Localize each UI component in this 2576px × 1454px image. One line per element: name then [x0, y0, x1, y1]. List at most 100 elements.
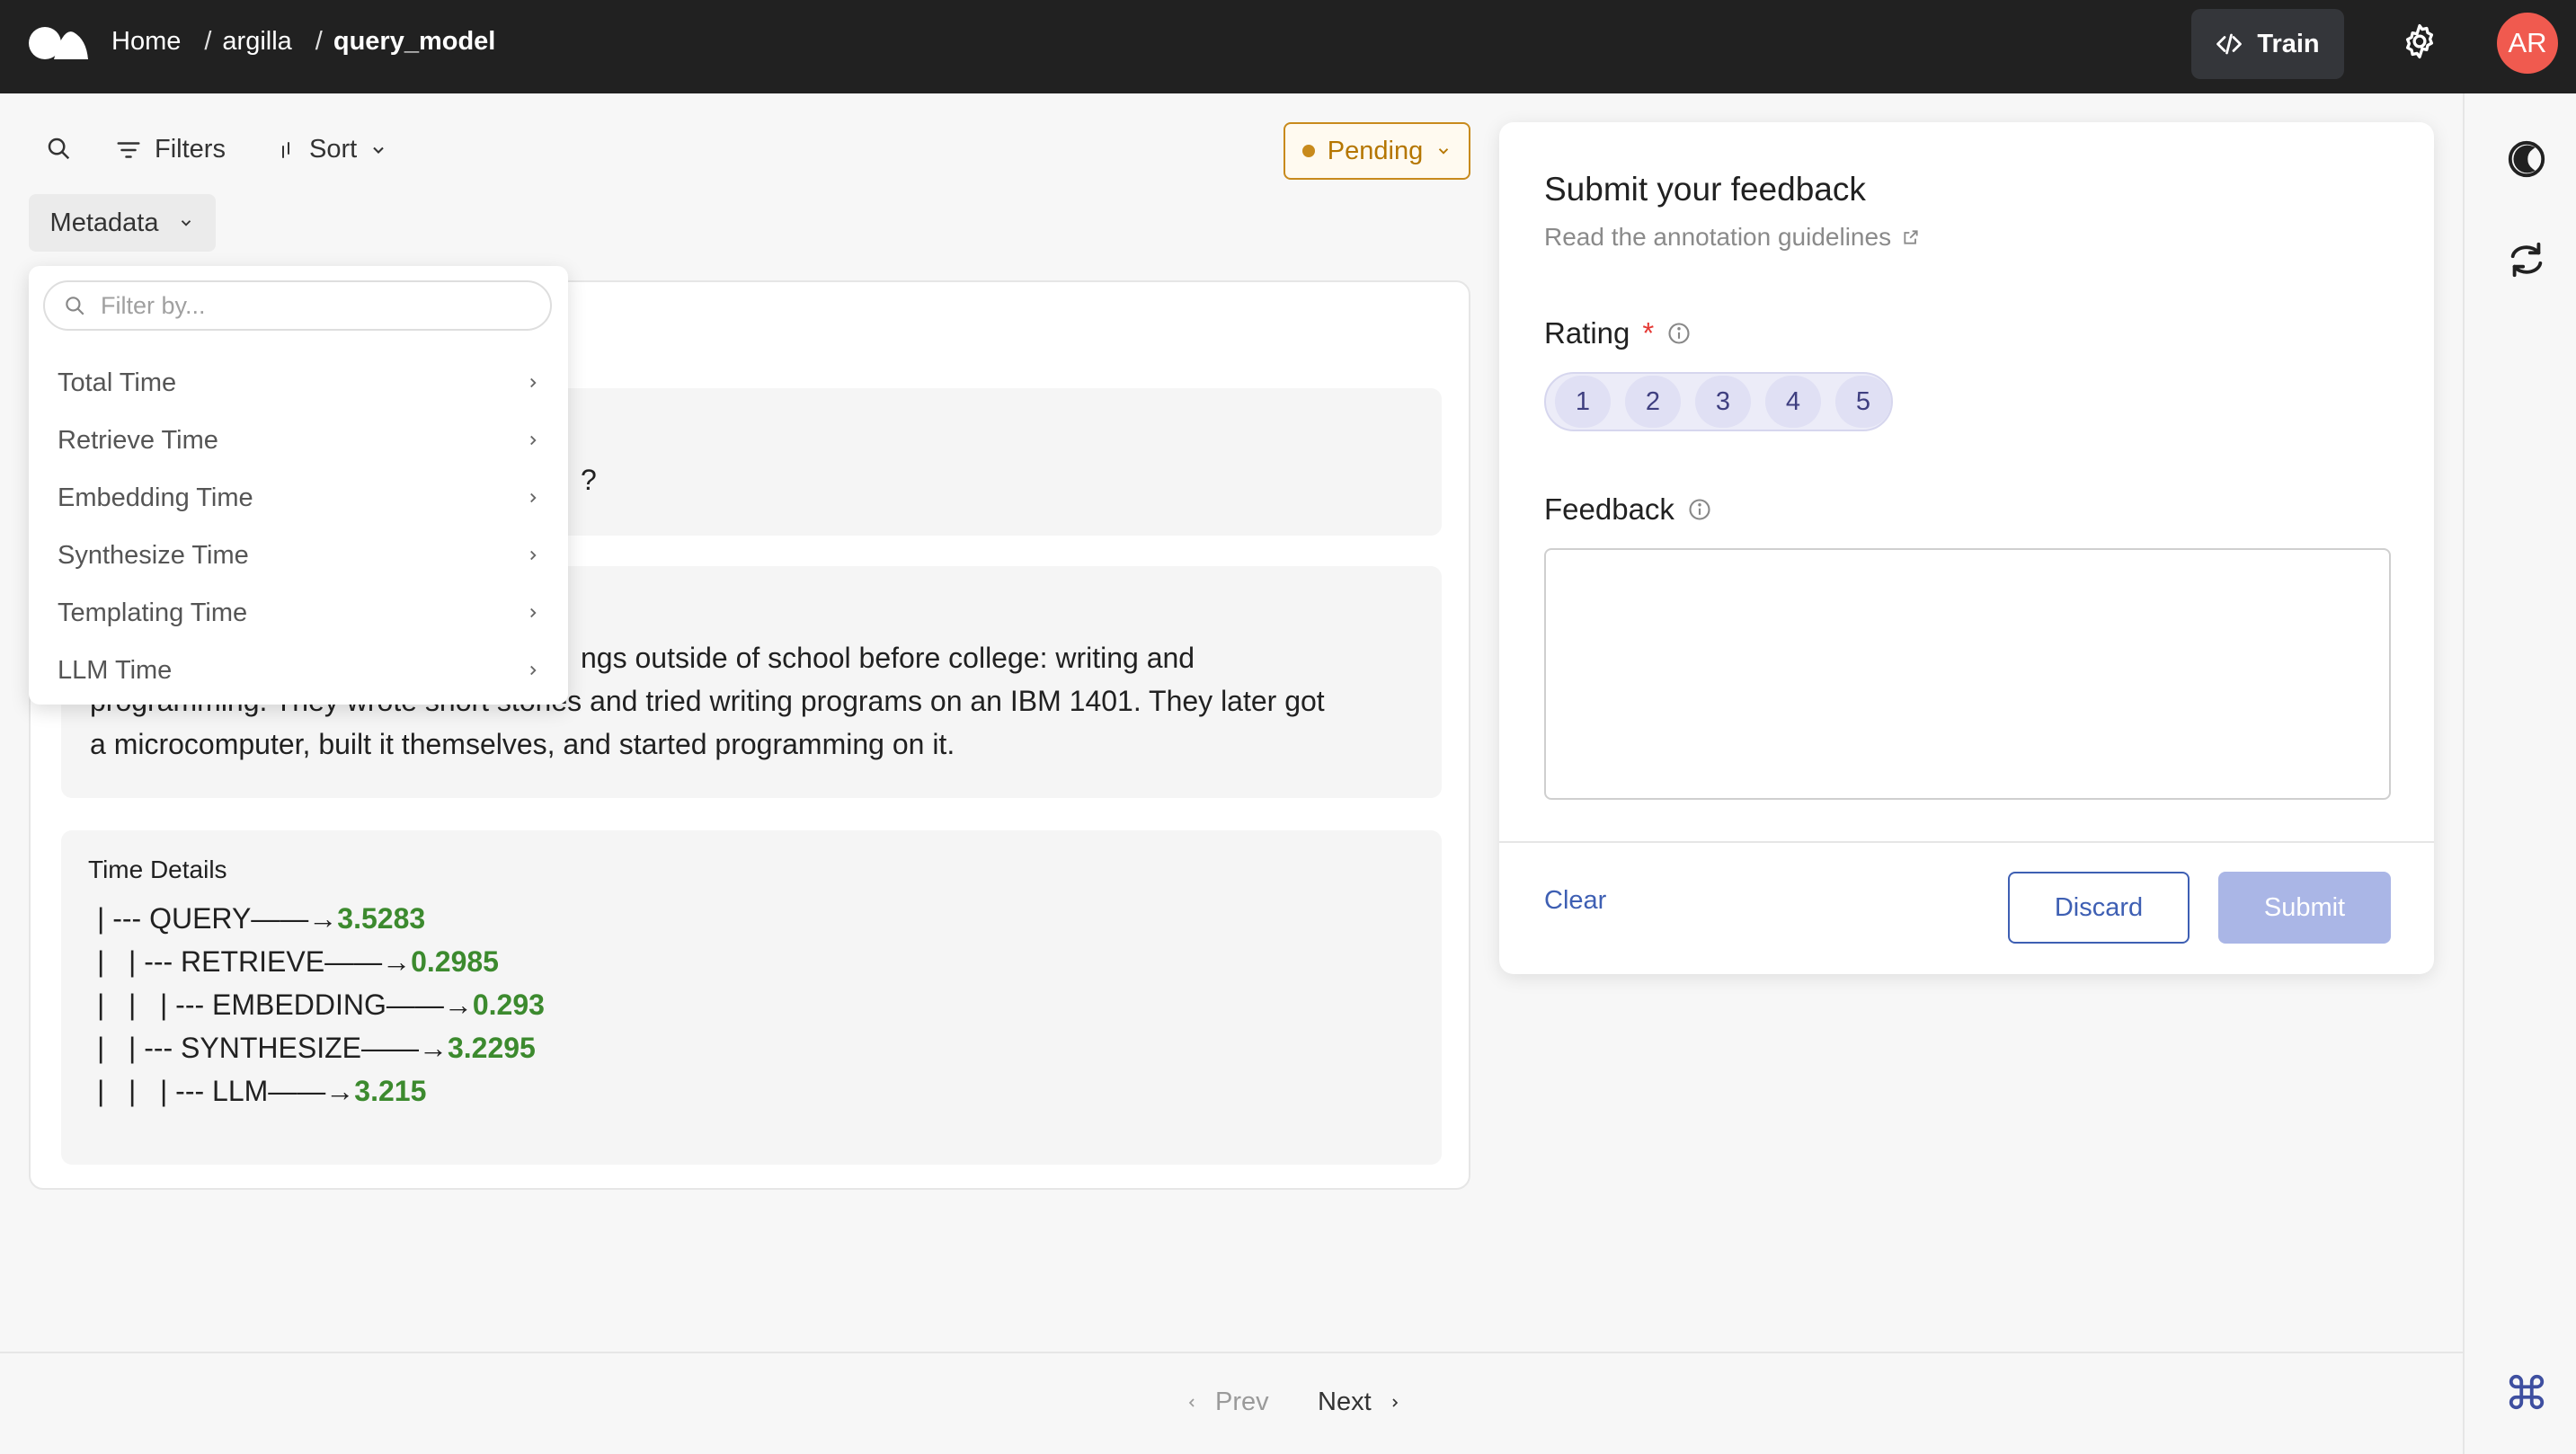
time-tree-label: | | | --- EMBEDDING——→: [97, 989, 473, 1021]
top-bar: Home / argilla / query_model Train AR: [0, 0, 2576, 93]
right-sidebar: [2463, 93, 2576, 1454]
time-tree-label: | | | --- LLM——→: [97, 1075, 355, 1107]
breadcrumb-workspace[interactable]: argilla: [222, 27, 291, 57]
chevron-right-icon: [530, 550, 537, 561]
status-filter-dropdown[interactable]: Pending: [1284, 122, 1470, 180]
feedback-label: Feedback: [1544, 492, 1674, 526]
filters-button[interactable]: Filters: [115, 135, 226, 164]
metadata-dropdown: Total Time Retrieve Time Embedding Time …: [29, 266, 568, 705]
search-icon: [48, 137, 70, 160]
response-line: a microcomputer, built it themselves, an…: [90, 728, 955, 760]
theme-toggle-icon[interactable]: [2506, 138, 2547, 180]
status-dot-icon: [1301, 145, 1315, 157]
metadata-filter-button[interactable]: Metadata: [29, 194, 216, 252]
prev-button[interactable]: Prev: [1185, 1388, 1269, 1417]
feedback-question: Feedback: [1544, 492, 1712, 527]
time-tree-row: | | --- SYNTHESIZE——→3.2295: [97, 1032, 536, 1065]
refresh-icon[interactable]: [2506, 239, 2547, 280]
metadata-item-retrieve-time[interactable]: Retrieve Time: [29, 412, 568, 469]
chevron-down-icon: [1439, 148, 1449, 155]
chevron-right-icon: [530, 607, 537, 618]
feedback-textarea[interactable]: [1544, 548, 2391, 800]
time-tree-row: | | | --- EMBEDDING——→0.293: [97, 989, 545, 1022]
rating-option-2[interactable]: 2: [1625, 376, 1681, 428]
feedback-panel: Submit your feedback Read the annotation…: [1499, 122, 2434, 974]
metadata-search-input[interactable]: [101, 291, 532, 320]
guidelines-label: Read the annotation guidelines: [1544, 223, 1892, 251]
time-tree-row: | | --- RETRIEVE——→0.2985: [97, 945, 499, 979]
metadata-label: Metadata: [49, 208, 159, 237]
metadata-item-templating-time[interactable]: Templating Time: [29, 584, 568, 642]
query-text: ?: [581, 464, 597, 496]
info-icon[interactable]: [1687, 497, 1712, 522]
search-icon: [66, 297, 84, 315]
metadata-item-llm-time[interactable]: LLM Time: [29, 642, 568, 699]
metadata-item-total-time[interactable]: Total Time: [29, 354, 568, 412]
breadcrumb-dataset: query_model: [333, 27, 496, 56]
external-link-icon: [1904, 230, 1918, 244]
time-tree-label: | --- QUERY——→: [97, 902, 338, 935]
required-mark: *: [1642, 316, 1655, 350]
filter-icon: [117, 141, 140, 158]
footer-divider: [0, 1352, 2463, 1353]
filters-label: Filters: [155, 135, 226, 164]
rating-option-3[interactable]: 3: [1695, 376, 1751, 428]
info-icon[interactable]: [1666, 321, 1692, 346]
time-tree-label: | | --- RETRIEVE——→: [97, 945, 412, 978]
submit-button[interactable]: Submit: [2218, 872, 2391, 944]
sort-label: Sort: [309, 135, 358, 164]
status-label: Pending: [1327, 136, 1424, 165]
chevron-right-icon: [530, 665, 537, 676]
metadata-item-label: Synthesize Time: [58, 540, 249, 570]
chevron-right-icon: [1392, 1397, 1398, 1407]
next-button[interactable]: Next: [1318, 1388, 1402, 1417]
metadata-item-label: Retrieve Time: [58, 425, 218, 455]
search-button[interactable]: [45, 135, 72, 162]
rating-question: Rating *: [1544, 316, 1692, 350]
time-details-title: Time Details: [88, 856, 227, 883]
time-tree-value: 0.293: [472, 989, 545, 1021]
metadata-item-label: Total Time: [58, 368, 177, 397]
breadcrumb: Home / argilla / query_model: [111, 27, 495, 57]
breadcrumb-home[interactable]: Home: [111, 27, 181, 57]
discard-button[interactable]: Discard: [2008, 872, 2190, 944]
breadcrumb-separator: /: [315, 27, 323, 56]
time-tree-row: | | | --- LLM——→3.215: [97, 1075, 426, 1108]
time-tree-value: 3.215: [354, 1075, 427, 1107]
clear-button[interactable]: Clear: [1544, 886, 1606, 916]
sort-icon: [282, 141, 289, 158]
chevron-left-icon: [1188, 1397, 1195, 1407]
breadcrumb-separator: /: [204, 27, 212, 56]
chevron-right-icon: [530, 435, 537, 446]
train-button[interactable]: Train: [2191, 9, 2344, 79]
chevron-down-icon: [373, 146, 384, 154]
metadata-item-label: Templating Time: [58, 598, 248, 627]
time-tree-value: 0.2985: [411, 945, 499, 978]
time-tree-row: | --- QUERY——→3.5283: [97, 902, 425, 935]
chevron-down-icon: [182, 220, 191, 226]
panel-divider: [1499, 841, 2434, 843]
avatar[interactable]: AR: [2497, 13, 2558, 74]
train-label: Train: [2257, 29, 2320, 58]
rating-option-5[interactable]: 5: [1835, 376, 1891, 428]
next-label: Next: [1318, 1388, 1372, 1416]
time-tree-value: 3.5283: [337, 902, 426, 935]
metadata-item-synthesize-time[interactable]: Synthesize Time: [29, 527, 568, 584]
sort-button[interactable]: Sort: [275, 135, 387, 164]
code-icon: [2216, 33, 2243, 55]
rating-label: Rating: [1544, 316, 1630, 350]
time-tree-label: | | --- SYNTHESIZE——→: [97, 1032, 448, 1064]
rating-option-4[interactable]: 4: [1765, 376, 1821, 428]
chevron-right-icon: [530, 377, 537, 388]
gear-icon[interactable]: [2400, 22, 2439, 61]
rating-options: 1 2 3 4 5: [1544, 372, 1893, 431]
metadata-item-label: Embedding Time: [58, 483, 253, 512]
rating-option-1[interactable]: 1: [1555, 376, 1611, 428]
command-icon[interactable]: [2506, 1371, 2547, 1413]
argilla-logo-icon[interactable]: [27, 25, 90, 61]
guidelines-link[interactable]: Read the annotation guidelines: [1544, 223, 1920, 252]
metadata-item-label: LLM Time: [58, 655, 173, 685]
panel-title: Submit your feedback: [1544, 171, 1866, 208]
chevron-right-icon: [530, 492, 537, 503]
metadata-item-embedding-time[interactable]: Embedding Time: [29, 469, 568, 527]
